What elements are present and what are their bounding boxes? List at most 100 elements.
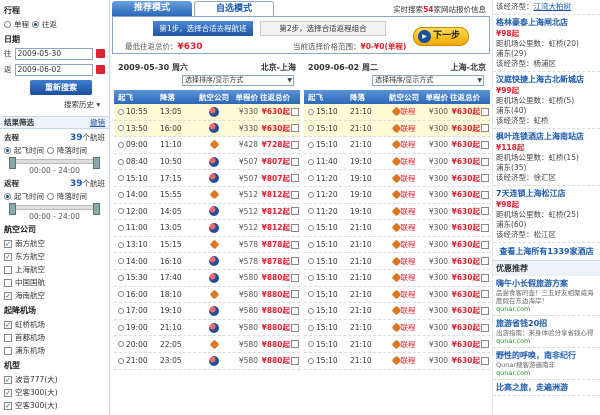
- table-row[interactable]: 13:10 15:15 ¥578 ¥878起: [114, 237, 300, 254]
- table-row[interactable]: 10:55 13:05 ¥330 ¥630起: [114, 104, 300, 121]
- cancel-link[interactable]: 撤销: [90, 117, 105, 128]
- select-radio[interactable]: [118, 108, 124, 115]
- table-row[interactable]: 13:50 16:00 ¥330 ¥630起: [114, 120, 300, 138]
- round-radio[interactable]: [32, 21, 39, 28]
- select-radio[interactable]: [118, 158, 124, 165]
- promo-link[interactable]: 嗨午小长假旅游方案: [496, 278, 597, 289]
- select-checkbox[interactable]: [481, 240, 489, 249]
- col-single[interactable]: 单程价: [232, 92, 259, 103]
- select-radio[interactable]: [118, 307, 124, 314]
- select-checkbox[interactable]: [291, 273, 299, 282]
- select-checkbox[interactable]: [291, 257, 299, 266]
- select-radio[interactable]: [118, 241, 124, 248]
- select-checkbox[interactable]: [481, 257, 489, 266]
- table-row[interactable]: 15:10 21:10 联程 ¥300 ¥630起: [304, 287, 490, 304]
- select-radio[interactable]: [118, 141, 124, 148]
- select-radio[interactable]: [118, 224, 124, 231]
- select-radio[interactable]: [308, 258, 314, 265]
- table-row[interactable]: 15:10 21:10 联程 ¥300 ¥630起: [304, 353, 490, 370]
- table-row[interactable]: 14:00 16:10 ¥578 ¥878起: [114, 253, 300, 270]
- select-radio[interactable]: [308, 191, 314, 198]
- table-row[interactable]: 09:00 11:10 ¥428 ¥728起: [114, 137, 300, 154]
- select-checkbox[interactable]: [291, 306, 299, 315]
- col-depart[interactable]: 起飞: [304, 92, 350, 103]
- select-radio[interactable]: [308, 175, 314, 182]
- select-radio[interactable]: [118, 324, 124, 331]
- select-checkbox[interactable]: [291, 356, 299, 365]
- select-checkbox[interactable]: [291, 240, 299, 249]
- table-row[interactable]: 15:10 21:10 联程 ¥300 ¥630起: [304, 220, 490, 237]
- depart-time-radio[interactable]: [4, 193, 11, 200]
- col-arrive[interactable]: 降落: [160, 92, 196, 103]
- table-row[interactable]: 15:10 21:10 联程 ¥300 ¥630起: [304, 137, 490, 154]
- select-radio[interactable]: [308, 241, 314, 248]
- table-row[interactable]: 08:40 10:50 ¥507 ¥807起: [114, 154, 300, 171]
- table-row[interactable]: 15:30 17:40 ¥580 ¥880起: [114, 270, 300, 287]
- sort-select[interactable]: 选择排序/显示方式: [182, 75, 294, 86]
- select-checkbox[interactable]: [481, 273, 489, 282]
- select-checkbox[interactable]: [291, 107, 299, 116]
- select-checkbox[interactable]: [481, 340, 489, 349]
- select-checkbox[interactable]: [481, 124, 489, 133]
- table-row[interactable]: 15:10 21:10 联程 ¥300 ¥630起: [304, 320, 490, 337]
- select-radio[interactable]: [308, 307, 314, 314]
- research-button[interactable]: 重新搜索: [30, 80, 92, 95]
- table-row[interactable]: 15:10 21:10 联程 ¥300 ¥630起: [304, 303, 490, 320]
- select-radio[interactable]: [118, 175, 124, 182]
- table-row[interactable]: 16:00 18:10 ¥580 ¥880起: [114, 287, 300, 304]
- select-radio[interactable]: [308, 108, 314, 115]
- select-radio[interactable]: [308, 291, 314, 298]
- table-row[interactable]: 15:10 21:10 联程 ¥300 ¥630起: [304, 104, 490, 121]
- airline-checkbox[interactable]: [4, 278, 12, 287]
- col-total[interactable]: 往返总价: [448, 92, 480, 103]
- table-row[interactable]: 19:00 21:10 ¥580 ¥880起: [114, 320, 300, 337]
- table-row[interactable]: 12:00 14:05 ¥512 ¥812起: [114, 204, 300, 221]
- table-row[interactable]: 15:10 17:15 ¥507 ¥807起: [114, 170, 300, 187]
- select-checkbox[interactable]: [481, 323, 489, 332]
- table-row[interactable]: 11:20 19:10 联程 ¥300 ¥630起: [304, 204, 490, 221]
- select-checkbox[interactable]: [481, 190, 489, 199]
- col-arrive[interactable]: 降落: [350, 92, 386, 103]
- sort-select[interactable]: 选择排序/显示方式: [372, 75, 484, 86]
- hotel-name[interactable]: 格林豪泰上海闸北店: [496, 17, 597, 28]
- promo-link[interactable]: 旅游省钱20招: [496, 318, 597, 329]
- hotel-name[interactable]: 枫叶连锁酒店上海南站店: [496, 131, 597, 142]
- promo-link[interactable]: 野性的呼唤，南非纪行: [496, 350, 597, 361]
- calendar-icon[interactable]: [96, 65, 105, 74]
- depart-time-radio[interactable]: [4, 147, 11, 154]
- col-airline[interactable]: 航空公司: [196, 92, 232, 103]
- select-checkbox[interactable]: [481, 356, 489, 365]
- table-row[interactable]: 14:00 15:55 ¥512 ¥812起: [114, 187, 300, 204]
- arrive-time-radio[interactable]: [47, 193, 54, 200]
- search-history[interactable]: 搜索历史 ▾: [64, 99, 105, 110]
- select-checkbox[interactable]: [291, 323, 299, 332]
- col-total[interactable]: 往返总价: [258, 92, 290, 103]
- calendar-icon[interactable]: [96, 49, 105, 58]
- promo-link[interactable]: 比高之旅，走遍洲游: [496, 382, 597, 393]
- table-row[interactable]: 15:10 21:10 联程 ¥300 ¥630起: [304, 237, 490, 254]
- oneway-radio[interactable]: [4, 21, 11, 28]
- select-radio[interactable]: [118, 341, 124, 348]
- hotel-area[interactable]: 该经济型：松江区: [496, 230, 597, 240]
- select-checkbox[interactable]: [481, 223, 489, 232]
- select-radio[interactable]: [118, 357, 124, 364]
- table-row[interactable]: 15:10 21:10 联程 ¥300 ¥630起: [304, 336, 490, 353]
- col-single[interactable]: 单程价: [422, 92, 449, 103]
- select-checkbox[interactable]: [481, 207, 489, 216]
- select-checkbox[interactable]: [481, 306, 489, 315]
- aircraft-checkbox[interactable]: ✓: [4, 375, 12, 384]
- airline-checkbox[interactable]: ✓: [4, 252, 12, 261]
- table-row[interactable]: 17:00 19:10 ¥580 ¥880起: [114, 303, 300, 320]
- return-date-input[interactable]: 2009-06-02: [14, 63, 94, 76]
- select-radio[interactable]: [308, 274, 314, 281]
- select-checkbox[interactable]: [291, 157, 299, 166]
- table-row[interactable]: 15:10 21:10 联程 ¥300 ¥630起: [304, 253, 490, 270]
- return-time-slider[interactable]: [9, 203, 100, 215]
- select-checkbox[interactable]: [481, 290, 489, 299]
- aircraft-checkbox[interactable]: ✓: [4, 401, 12, 410]
- select-radio[interactable]: [308, 324, 314, 331]
- airline-checkbox[interactable]: ✓: [4, 291, 12, 300]
- hotel-area[interactable]: 该经济型：徐汇区: [496, 173, 597, 183]
- hotel-name[interactable]: 汉庭快捷上海古北新城店: [496, 74, 597, 85]
- select-radio[interactable]: [308, 357, 314, 364]
